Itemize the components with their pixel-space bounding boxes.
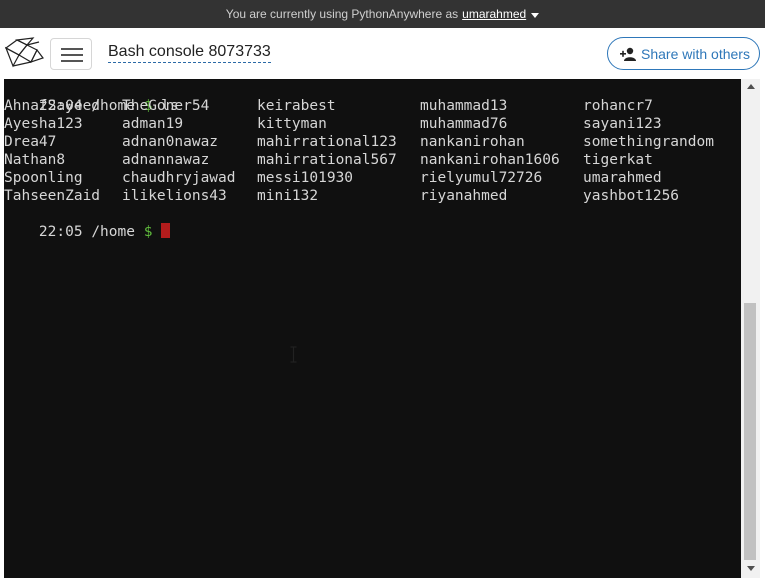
ls-entry: nankanirohan	[420, 134, 525, 150]
ls-entry: Drea47	[4, 134, 57, 150]
prompt-path: /home	[91, 224, 135, 240]
prompt-time: 22:05	[38, 224, 83, 240]
ls-entry: sayani123	[583, 116, 662, 132]
share-button[interactable]: Share with others	[607, 37, 760, 70]
scroll-up-arrow-icon[interactable]	[747, 84, 755, 89]
ls-output-row: AhnafSayeed TheGoner54 keirabest muhammad13…	[4, 97, 741, 115]
ls-entry: tigerkat	[583, 152, 653, 168]
terminal-cursor	[161, 223, 171, 238]
ls-entry: Ayesha123	[4, 116, 83, 132]
ls-entry: TheGoner54	[122, 98, 210, 114]
ls-output-row: Spoonling chaudhryjawad messi101930 rielyum…	[4, 169, 741, 187]
prompt-line: 22:05 /home $	[4, 205, 171, 240]
pythonanywhere-logo-icon[interactable]	[3, 36, 45, 70]
text-cursor-icon	[290, 346, 297, 363]
ls-entry: AhnafSayeed	[4, 98, 101, 114]
hamburger-line	[61, 60, 83, 62]
ls-entry: umarahmed	[583, 170, 662, 186]
console-header: Bash console 8073733 Share with others	[0, 28, 765, 79]
ls-entry: rielyumul72726	[420, 170, 543, 186]
ls-entry: mini132	[257, 188, 319, 204]
ls-entry: mahirrational567	[257, 152, 397, 168]
scroll-down-arrow-icon[interactable]	[747, 566, 755, 571]
ls-entry: adnannawaz	[122, 152, 210, 168]
ls-entry: chaudhryjawad	[122, 170, 236, 186]
account-bar: You are currently using PythonAnywhere a…	[0, 0, 765, 28]
ls-entry: ilikelions43	[122, 188, 227, 204]
ls-entry: nankanirohan1606	[420, 152, 560, 168]
prompt-symbol: $	[143, 224, 153, 240]
add-user-icon	[620, 47, 636, 61]
hamburger-menu-icon	[61, 48, 83, 50]
ls-entry: TahseenZaid	[4, 188, 101, 204]
hamburger-line	[61, 54, 83, 56]
ls-output-row: TahseenZaid ilikelions43 mini132 riyanahmed…	[4, 187, 741, 205]
ls-entry: muhammad13	[420, 98, 508, 114]
console-title[interactable]: Bash console 8073733	[108, 43, 271, 63]
ls-entry: somethingrandom	[583, 134, 714, 150]
ls-entry: muhammad76	[420, 116, 508, 132]
ls-output-row: Drea47 adnan0nawaz mahirrational123 nankani…	[4, 133, 741, 151]
ls-entry: Nathan8	[4, 152, 66, 168]
terminal[interactable]: 22:04 /home $ ls AhnafSayeed TheGoner54 ke…	[4, 79, 741, 578]
ls-entry: mahirrational123	[257, 134, 397, 150]
ls-entry: kittyman	[257, 116, 327, 132]
prompt-line: 22:04 /home $ ls	[4, 79, 179, 114]
ls-entry: keirabest	[257, 98, 336, 114]
ls-entry: rohancr7	[583, 98, 653, 114]
account-bar-text: You are currently using PythonAnywhere a…	[225, 7, 459, 21]
share-button-label: Share with others	[641, 45, 750, 62]
username-menu[interactable]: umarahmed	[462, 7, 526, 21]
ls-output-row: Ayesha123 adman19 kittyman muhammad76 sayani…	[4, 115, 741, 133]
ls-entry: riyanahmed	[420, 188, 508, 204]
menu-button[interactable]	[50, 38, 92, 70]
scrollbar-thumb[interactable]	[744, 303, 756, 560]
ls-entry: Spoonling	[4, 170, 83, 186]
ls-output-row: Nathan8 adnannawaz mahirrational567 nankani…	[4, 151, 741, 169]
chevron-down-icon[interactable]	[531, 12, 540, 18]
ls-entry: messi101930	[257, 170, 354, 186]
ls-entry: adnan0nawaz	[122, 134, 219, 150]
ls-entry: yashbot1256	[583, 188, 680, 204]
ls-entry: adman19	[122, 116, 184, 132]
